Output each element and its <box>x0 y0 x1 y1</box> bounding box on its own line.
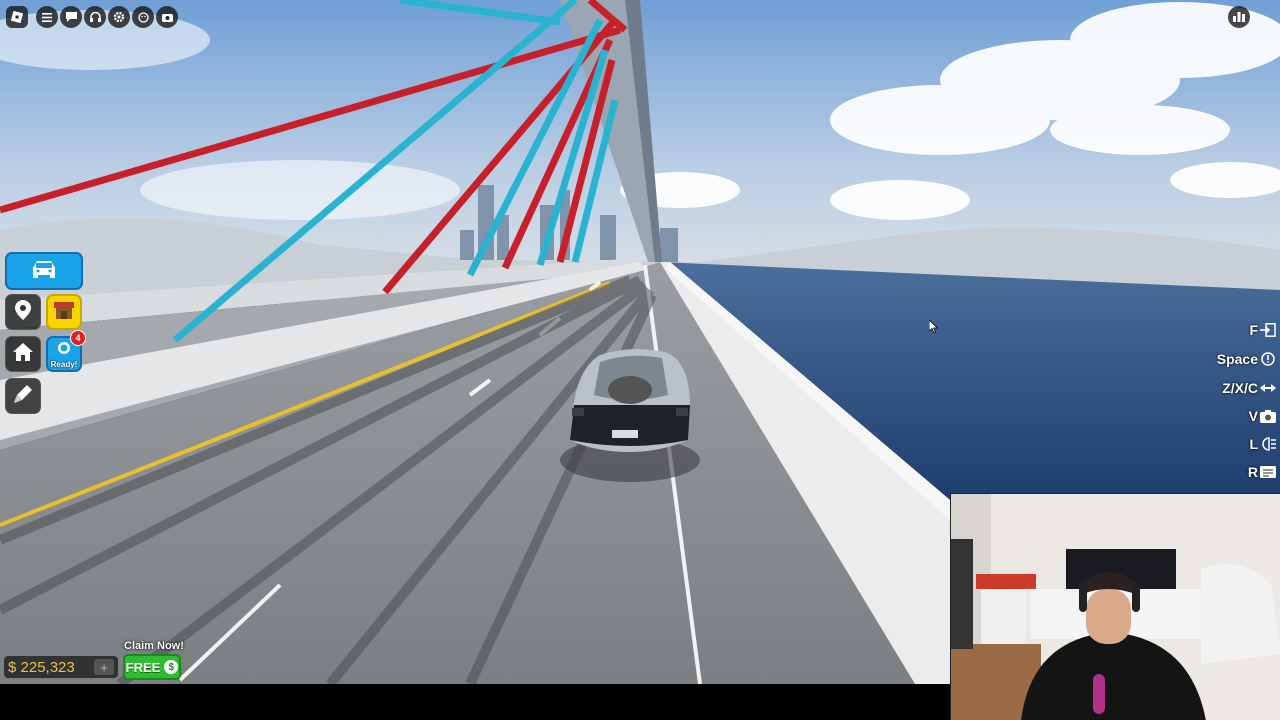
reward-button[interactable]: Ready! 4 <box>46 330 86 372</box>
cash-display: $ 225,323 + <box>4 656 118 678</box>
headset-icon[interactable] <box>84 6 106 28</box>
money-bag-icon: $ <box>164 660 179 674</box>
settings-icon[interactable] <box>108 6 130 28</box>
shop-icon <box>53 300 75 325</box>
car-spawn-button[interactable] <box>5 252 83 290</box>
paint-icon <box>13 384 33 409</box>
home-icon <box>13 342 33 366</box>
add-cash-button[interactable]: + <box>94 659 114 675</box>
exit-icon <box>1260 323 1276 337</box>
medal-icon <box>56 339 72 360</box>
free-label: FREE <box>125 659 161 675</box>
mouse-cursor-icon <box>928 319 939 339</box>
chat-icon[interactable] <box>60 6 82 28</box>
notification-badge: 4 <box>70 330 86 346</box>
location-pin-icon <box>15 299 31 325</box>
camera-icon <box>1260 409 1276 423</box>
hint-key: R <box>1247 464 1258 480</box>
hint-brake: Space <box>1217 351 1276 367</box>
screenshot-icon[interactable] <box>156 6 178 28</box>
home-button[interactable] <box>5 336 41 372</box>
hint-key: F <box>1249 322 1258 338</box>
claim-now-label: Claim Now! <box>124 640 184 652</box>
leaderboard-icon[interactable] <box>1228 6 1250 28</box>
webcam-overlay <box>950 493 1280 720</box>
free-claim-button[interactable]: FREE $ <box>123 654 181 680</box>
streamer-video <box>951 494 1280 720</box>
hint-key: Space <box>1216 351 1258 367</box>
headlights-icon <box>1260 437 1276 451</box>
hint-reset: R <box>1248 464 1276 480</box>
arrows-icon <box>1260 381 1276 395</box>
emote-icon[interactable] <box>132 6 154 28</box>
hint-key: Z/X/C <box>1222 380 1258 396</box>
hint-lights: L <box>1249 436 1276 452</box>
hamburger-icon[interactable] <box>36 6 58 28</box>
hint-camera: V <box>1249 408 1276 424</box>
car-icon <box>30 259 58 284</box>
reward-ready-label: Ready! <box>50 360 78 369</box>
reset-icon <box>1260 465 1276 479</box>
brake-icon <box>1260 352 1276 366</box>
hint-key: V <box>1248 408 1258 424</box>
roblox-menu-icon[interactable] <box>6 6 28 28</box>
hint-gears: Z/X/C <box>1222 380 1276 396</box>
hint-exit: F <box>1249 322 1276 338</box>
hint-key: L <box>1249 436 1258 452</box>
topbar <box>6 6 178 28</box>
tools-button[interactable] <box>5 378 41 414</box>
location-button[interactable] <box>5 294 41 330</box>
cash-value: $ 225,323 <box>8 658 75 676</box>
shop-button[interactable] <box>46 294 82 330</box>
